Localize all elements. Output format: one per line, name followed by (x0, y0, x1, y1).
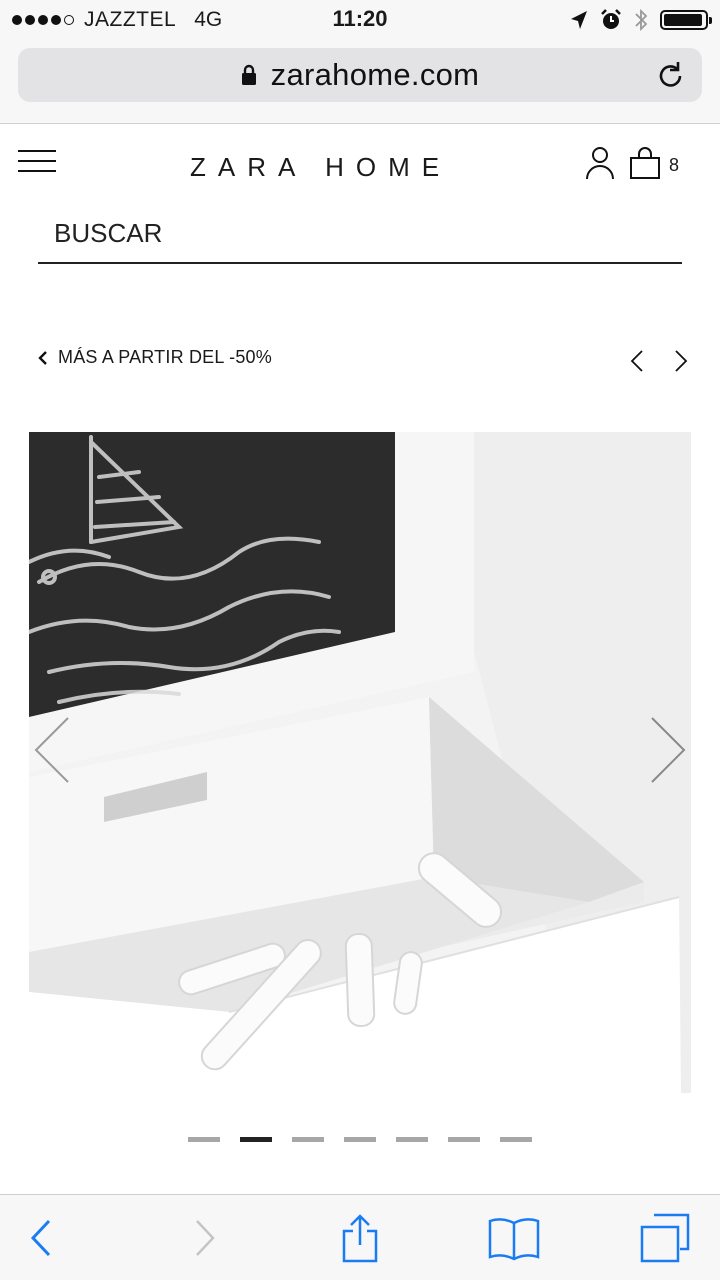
product-image[interactable] (29, 432, 691, 1093)
bluetooth-icon (635, 8, 648, 32)
user-icon[interactable] (584, 146, 616, 180)
tabs-icon[interactable] (640, 1213, 690, 1263)
breadcrumb-label: MÁS A PARTIR DEL -50% (58, 347, 272, 367)
gallery-dot[interactable] (448, 1137, 480, 1142)
breadcrumb[interactable]: MÁS A PARTIR DEL -50% (38, 347, 272, 368)
reload-icon[interactable] (654, 59, 688, 93)
back-icon[interactable] (26, 1213, 56, 1263)
site-logo[interactable]: ZARA HOME (190, 152, 480, 183)
cart-count[interactable]: 8 (669, 155, 679, 176)
browser-address-bar: zarahome.com (0, 40, 720, 124)
gallery-dot[interactable] (344, 1137, 376, 1142)
gallery-dot[interactable] (188, 1137, 220, 1142)
status-bar: JAZZTEL 4G 11:20 (0, 0, 720, 40)
gallery-dot[interactable] (240, 1137, 272, 1142)
chevron-left-icon (38, 350, 47, 365)
browser-toolbar (0, 1194, 720, 1280)
gallery-pagination (188, 1137, 532, 1142)
gallery-dot[interactable] (292, 1137, 324, 1142)
image-previous-icon[interactable] (32, 714, 72, 786)
forward-icon[interactable] (190, 1213, 220, 1263)
url-display: zarahome.com (18, 48, 702, 102)
previous-product-icon[interactable] (626, 346, 648, 376)
battery-level (664, 14, 702, 26)
lock-icon (241, 64, 257, 86)
image-next-icon[interactable] (648, 714, 688, 786)
share-icon[interactable] (338, 1213, 382, 1263)
alarm-icon (601, 9, 621, 29)
url-text: zarahome.com (270, 57, 480, 92)
bag-icon[interactable] (628, 146, 662, 180)
url-field[interactable]: zarahome.com (18, 48, 702, 102)
battery-icon (660, 10, 712, 30)
status-right (570, 7, 712, 33)
gallery-dot[interactable] (500, 1137, 532, 1142)
search-field[interactable]: BUSCAR (38, 210, 682, 264)
next-product-icon[interactable] (670, 346, 692, 376)
menu-icon[interactable] (18, 150, 56, 172)
location-icon (571, 11, 587, 29)
bookmarks-icon[interactable] (486, 1213, 542, 1263)
search-label: BUSCAR (54, 218, 163, 248)
gallery-dot[interactable] (396, 1137, 428, 1142)
